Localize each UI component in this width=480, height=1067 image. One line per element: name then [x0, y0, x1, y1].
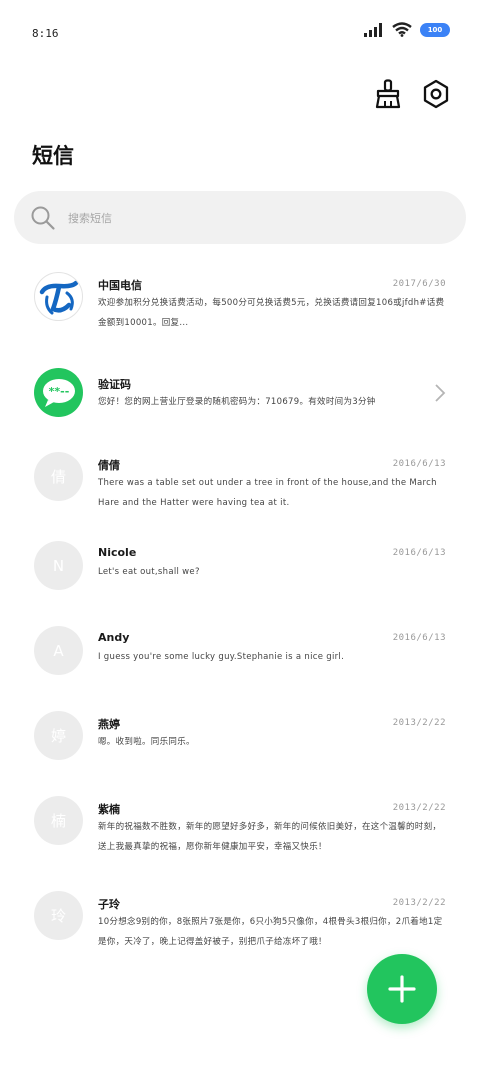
contact-name: 中国电信: [98, 279, 142, 292]
avatar: **--: [34, 368, 83, 417]
search-bar[interactable]: 搜索短信: [14, 191, 466, 244]
avatar-initial: 倩: [50, 468, 66, 486]
status-icons: 100: [364, 22, 450, 37]
avatar: 倩: [34, 452, 83, 501]
avatar: 楠: [34, 796, 83, 845]
sms-code-logo: **--: [42, 378, 75, 407]
gear-icon: [423, 79, 449, 109]
avatar-initial: 楠: [50, 812, 66, 830]
status-bar: 8:16 100: [0, 0, 480, 66]
contact-name: 倩倩: [98, 459, 120, 472]
conversation-item[interactable]: 楠 紫楠 2013/2/22 新年的祝福数不胜数，新年的愿望好多好多，新年的问候…: [0, 783, 480, 878]
message-date: 2013/2/22: [392, 718, 446, 728]
message-date: 2016/6/13: [392, 548, 446, 558]
conversation-item[interactable]: 倩 倩倩 2016/6/13 There was a table set out…: [0, 428, 480, 528]
plus-icon: [388, 975, 416, 1003]
battery-indicator: 100: [420, 22, 450, 37]
conversation-item[interactable]: 婷 燕婷 2013/2/22 嗯。收到啦。同乐同乐。: [0, 698, 480, 783]
clean-button[interactable]: [372, 78, 404, 110]
top-actions: [372, 78, 452, 110]
status-time: 8:16: [32, 27, 59, 40]
conversation-item[interactable]: A Andy 2016/6/13 I guess you're some luc…: [0, 613, 480, 698]
signal-icon: [364, 22, 382, 37]
avatar-initial: 玲: [50, 907, 66, 925]
avatar: 婷: [34, 711, 83, 760]
page-title: 短信: [32, 144, 74, 168]
svg-text:**--: **--: [48, 385, 69, 398]
wifi-icon: [392, 22, 412, 37]
broom-icon: [375, 79, 401, 109]
new-message-button[interactable]: [367, 954, 437, 1024]
battery-level: 100: [427, 25, 443, 34]
contact-name: Nicole: [98, 546, 137, 559]
settings-button[interactable]: [420, 78, 452, 110]
message-date: 2016/6/13: [392, 633, 446, 643]
message-date: 2016/6/13: [392, 459, 446, 469]
message-date: 2017/6/30: [392, 279, 446, 289]
avatar-initial: N: [52, 556, 65, 575]
message-preview: 嗯。收到啦。同乐同乐。: [98, 737, 195, 747]
contact-name: Andy: [98, 631, 130, 644]
contact-name: 燕婷: [98, 718, 120, 731]
avatar: N: [34, 541, 83, 590]
search-icon: [31, 206, 55, 230]
avatar: A: [34, 626, 83, 675]
message-date: 2013/2/22: [392, 803, 446, 813]
contact-name: 验证码: [98, 378, 131, 391]
message-preview: 新年的祝福数不胜数，新年的愿望好多好多，新年的问候依旧美好，在这个温馨的时刻，送…: [98, 822, 442, 852]
conversation-item[interactable]: N Nicole 2016/6/13 Let's eat out,shall w…: [0, 528, 480, 613]
message-preview: 您好！您的网上营业厅登录的随机密码为：710679。有效时间为3分钟: [98, 397, 376, 407]
avatar: [34, 272, 83, 321]
chevron-right-icon[interactable]: [434, 383, 446, 403]
conversation-list: 中国电信 2017/6/30 欢迎参加积分兑换话费活动，每500分可兑换话费5元…: [0, 258, 480, 968]
message-preview: There was a table set out under a tree i…: [98, 478, 437, 508]
avatar-initial: A: [53, 641, 64, 660]
conversation-item[interactable]: **-- 验证码 您好！您的网上营业厅登录的随机密码为：710679。有效时间为…: [0, 343, 480, 428]
conversation-item[interactable]: 中国电信 2017/6/30 欢迎参加积分兑换话费活动，每500分可兑换话费5元…: [0, 258, 480, 343]
message-preview: Let's eat out,shall we?: [98, 567, 200, 577]
message-preview: 10分想念9别的你，8张照片7张是你，6只小狗5只像你，4根骨头3根归你，2爪着…: [98, 917, 443, 947]
message-preview: 欢迎参加积分兑换话费活动，每500分可兑换话费5元，兑换话费请回复106或jfd…: [98, 298, 445, 328]
contact-name: 紫楠: [98, 803, 120, 816]
search-placeholder: 搜索短信: [68, 211, 112, 225]
avatar: 玲: [34, 891, 83, 940]
message-date: 2013/2/22: [392, 898, 446, 908]
china-telecom-logo: [39, 280, 78, 314]
contact-name: 子玲: [98, 898, 120, 911]
avatar-initial: 婷: [50, 727, 66, 745]
message-preview: I guess you're some lucky guy.Stephanie …: [98, 652, 345, 662]
